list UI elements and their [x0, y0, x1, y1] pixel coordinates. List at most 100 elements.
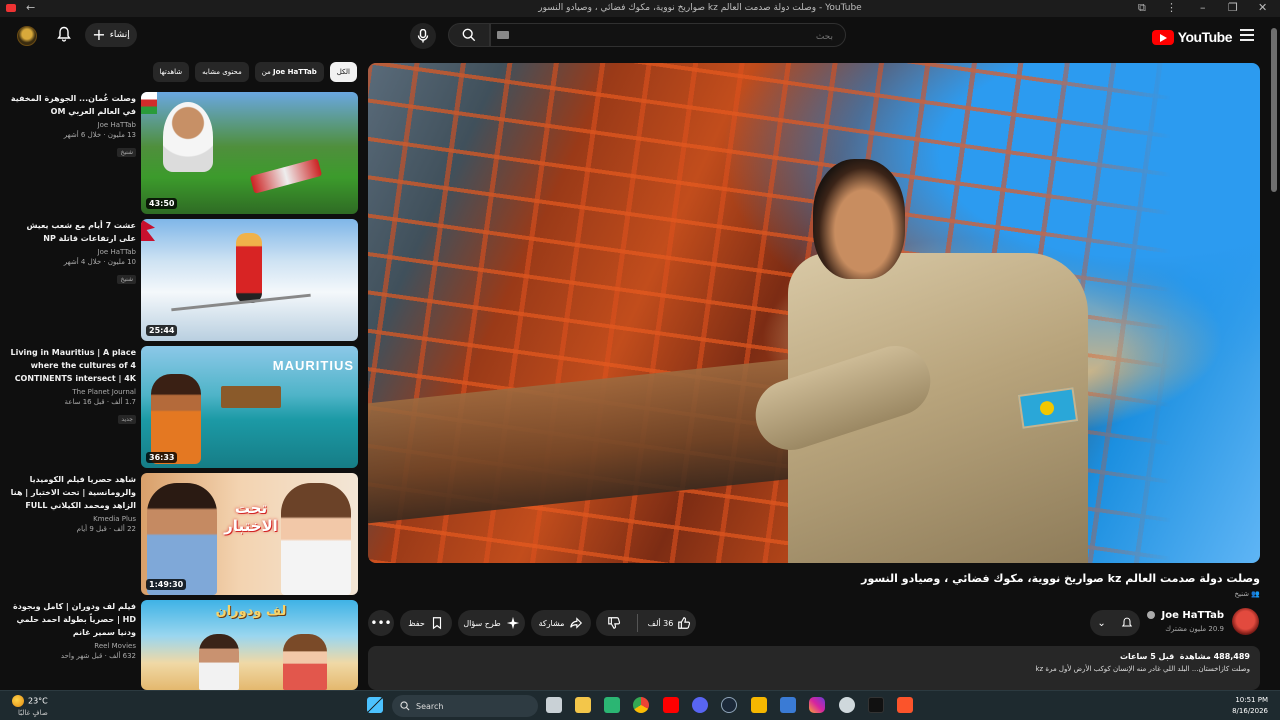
keyboard-icon[interactable]	[497, 31, 509, 39]
app-icon[interactable]	[604, 697, 620, 713]
channel-name-row[interactable]: Joe HaTTab	[1147, 610, 1224, 621]
video-title: شاهد حصريا فيلم الكوميديا والرومانسية | …	[10, 475, 136, 510]
more-actions-button[interactable]: •••	[368, 610, 394, 636]
subscribed-notifications-button[interactable]: ⌄	[1090, 610, 1140, 636]
list-item[interactable]: تحت الاختبار 1:49:30 شاهد حصريا فيلم الك…	[10, 473, 358, 595]
hut-shape	[221, 386, 281, 408]
like-dislike-group: 36 ألف	[596, 610, 696, 636]
settings-gear-icon[interactable]	[839, 697, 855, 713]
train-shape	[249, 158, 323, 194]
page-scrollbar[interactable]	[1271, 28, 1277, 192]
tiktok-icon[interactable]	[868, 697, 884, 713]
views-and-time: 13 مليون · خلال 6 أشهر	[63, 131, 136, 139]
search-icon	[462, 28, 476, 42]
more-icon: •••	[370, 616, 392, 630]
channel-name: Joe HaTTab	[97, 248, 136, 256]
hamburger-menu-icon[interactable]	[1240, 29, 1254, 41]
view-count: 488,489 مشاهدة	[1179, 652, 1250, 661]
browser-title-bar: ← صواريخ نووية، مكوك فضائي ، وصيادو النس…	[0, 0, 1280, 17]
youtube-app-icon[interactable]	[663, 697, 679, 713]
create-label: إنشاء	[109, 30, 130, 40]
dislike-button[interactable]	[596, 610, 632, 636]
views-and-time: 10 مليون · خلال 4 أشهر	[63, 258, 136, 266]
description-text: وصلت كازاخستان... البلد اللي غادر منه ال…	[1035, 665, 1250, 673]
discord-icon[interactable]	[692, 697, 708, 713]
close-icon[interactable]: ✕	[1258, 1, 1267, 14]
thumbs-down-icon	[608, 617, 621, 629]
restore-icon[interactable]: ❐	[1228, 1, 1238, 14]
folder-icon[interactable]	[751, 697, 767, 713]
channel-name: Joe HaTTab	[97, 121, 136, 129]
microphone-icon	[417, 29, 429, 43]
bookmark-icon	[432, 617, 441, 630]
browser-menu-icon[interactable]: ⋮	[1166, 1, 1177, 14]
chip-all[interactable]: الكل	[329, 62, 357, 82]
task-view-icon[interactable]	[546, 697, 562, 713]
voice-search-button[interactable]	[410, 23, 436, 49]
youtube-logo[interactable]: YouTube	[1151, 27, 1233, 47]
channel-name: The Planet Journal	[72, 388, 136, 396]
presenter-head	[813, 159, 905, 279]
ask-button[interactable]: طرح سؤال	[458, 610, 525, 636]
save-button[interactable]: حفظ	[400, 610, 452, 636]
bell-icon	[1121, 617, 1132, 627]
taskbar-search[interactable]: Search	[392, 695, 538, 717]
description-box[interactable]: 488,489 مشاهدة قبل 5 ساعات وصلت كازاخستا…	[368, 646, 1260, 690]
search-box[interactable]	[490, 23, 846, 48]
app-icon-2[interactable]	[780, 697, 796, 713]
verified-icon	[1147, 611, 1156, 619]
create-button[interactable]: + إنشاء	[85, 23, 137, 47]
video-info: Living in Mauritius | A place where the …	[10, 346, 136, 425]
thumbs-up-icon	[678, 617, 691, 629]
notifications-button[interactable]	[56, 26, 74, 44]
video-thumbnail[interactable]: لف ودوران	[141, 600, 358, 690]
windows-start-icon[interactable]	[367, 697, 383, 713]
upload-time: قبل 5 ساعات	[1120, 652, 1175, 661]
clock-date: 8/16/2026	[1232, 707, 1268, 715]
share-button[interactable]: مشاركة	[531, 610, 591, 636]
chrome-icon[interactable]	[633, 697, 649, 713]
brave-icon[interactable]	[897, 697, 913, 713]
sun-icon	[12, 695, 24, 707]
extensions-icon[interactable]: ⧉	[1138, 1, 1146, 15]
badge: شنيخ	[117, 275, 136, 284]
video-thumbnail[interactable]: 25:44	[141, 219, 358, 341]
views-and-time: 22 ألف · قبل 9 أيام	[76, 525, 136, 533]
list-item[interactable]: MAURITIUS 36:33 Living in Mauritius | A …	[10, 346, 358, 468]
oman-flag-icon	[141, 92, 157, 114]
weather-widget[interactable]: 23°C صافٍ غالبًا	[12, 695, 48, 717]
file-explorer-icon[interactable]	[575, 697, 591, 713]
video-info: شاهد حصريا فيلم الكوميديا والرومانسية | …	[10, 473, 136, 533]
nepal-flag-icon	[141, 219, 155, 241]
chip-from-channel[interactable]: من Joe HaTTab	[254, 62, 324, 82]
chip-watched[interactable]: شاهدتها	[152, 62, 190, 82]
clock[interactable]: 10:51 PM 8/16/2026	[1222, 695, 1268, 717]
video-thumbnail[interactable]: 43:50	[141, 92, 358, 214]
search-button[interactable]	[448, 23, 490, 47]
search-input[interactable]	[491, 26, 845, 48]
minimize-icon[interactable]: –	[1200, 1, 1206, 14]
video-thumbnail[interactable]: MAURITIUS 36:33	[141, 346, 358, 468]
video-info: فيلم لف ودوران | كامل وبجودة HD | حصرياً…	[10, 600, 136, 660]
video-title: عشت 7 أيام مع شعب يعيش على ارتفاعات قاتل…	[26, 221, 136, 243]
video-badge: 👥 شنيخ	[1234, 590, 1260, 598]
video-title: Living in Mauritius | A place where the …	[10, 348, 137, 383]
list-item[interactable]: لف ودوران فيلم لف ودوران | كامل وبجودة H…	[10, 600, 358, 690]
description-meta: 488,489 مشاهدة قبل 5 ساعات	[378, 652, 1250, 661]
video-title: وصلت عُمان... الجوهرة المخفية في العالم …	[10, 94, 136, 116]
chip-from-label: من	[261, 68, 271, 76]
instagram-icon[interactable]	[809, 697, 825, 713]
sparkle-icon	[506, 616, 519, 630]
thumbnail-text: MAURITIUS	[272, 358, 354, 373]
video-player[interactable]	[368, 63, 1260, 563]
list-item[interactable]: 25:44 عشت 7 أيام مع شعب يعيش على ارتفاعا…	[10, 219, 358, 341]
like-button[interactable]: 36 ألف	[643, 610, 696, 636]
top-app-bar: YouTube + إنشاء	[0, 17, 1280, 57]
steam-icon[interactable]	[721, 697, 737, 713]
channel-avatar[interactable]	[1232, 608, 1259, 635]
chip-channel-name: Joe HaTTab	[273, 68, 317, 76]
chip-related[interactable]: محتوى مشابه	[195, 62, 249, 82]
list-item[interactable]: 43:50 وصلت عُمان... الجوهرة المخفية في ا…	[10, 92, 358, 214]
video-thumbnail[interactable]: تحت الاختبار 1:49:30	[141, 473, 358, 595]
account-avatar[interactable]	[17, 26, 37, 46]
